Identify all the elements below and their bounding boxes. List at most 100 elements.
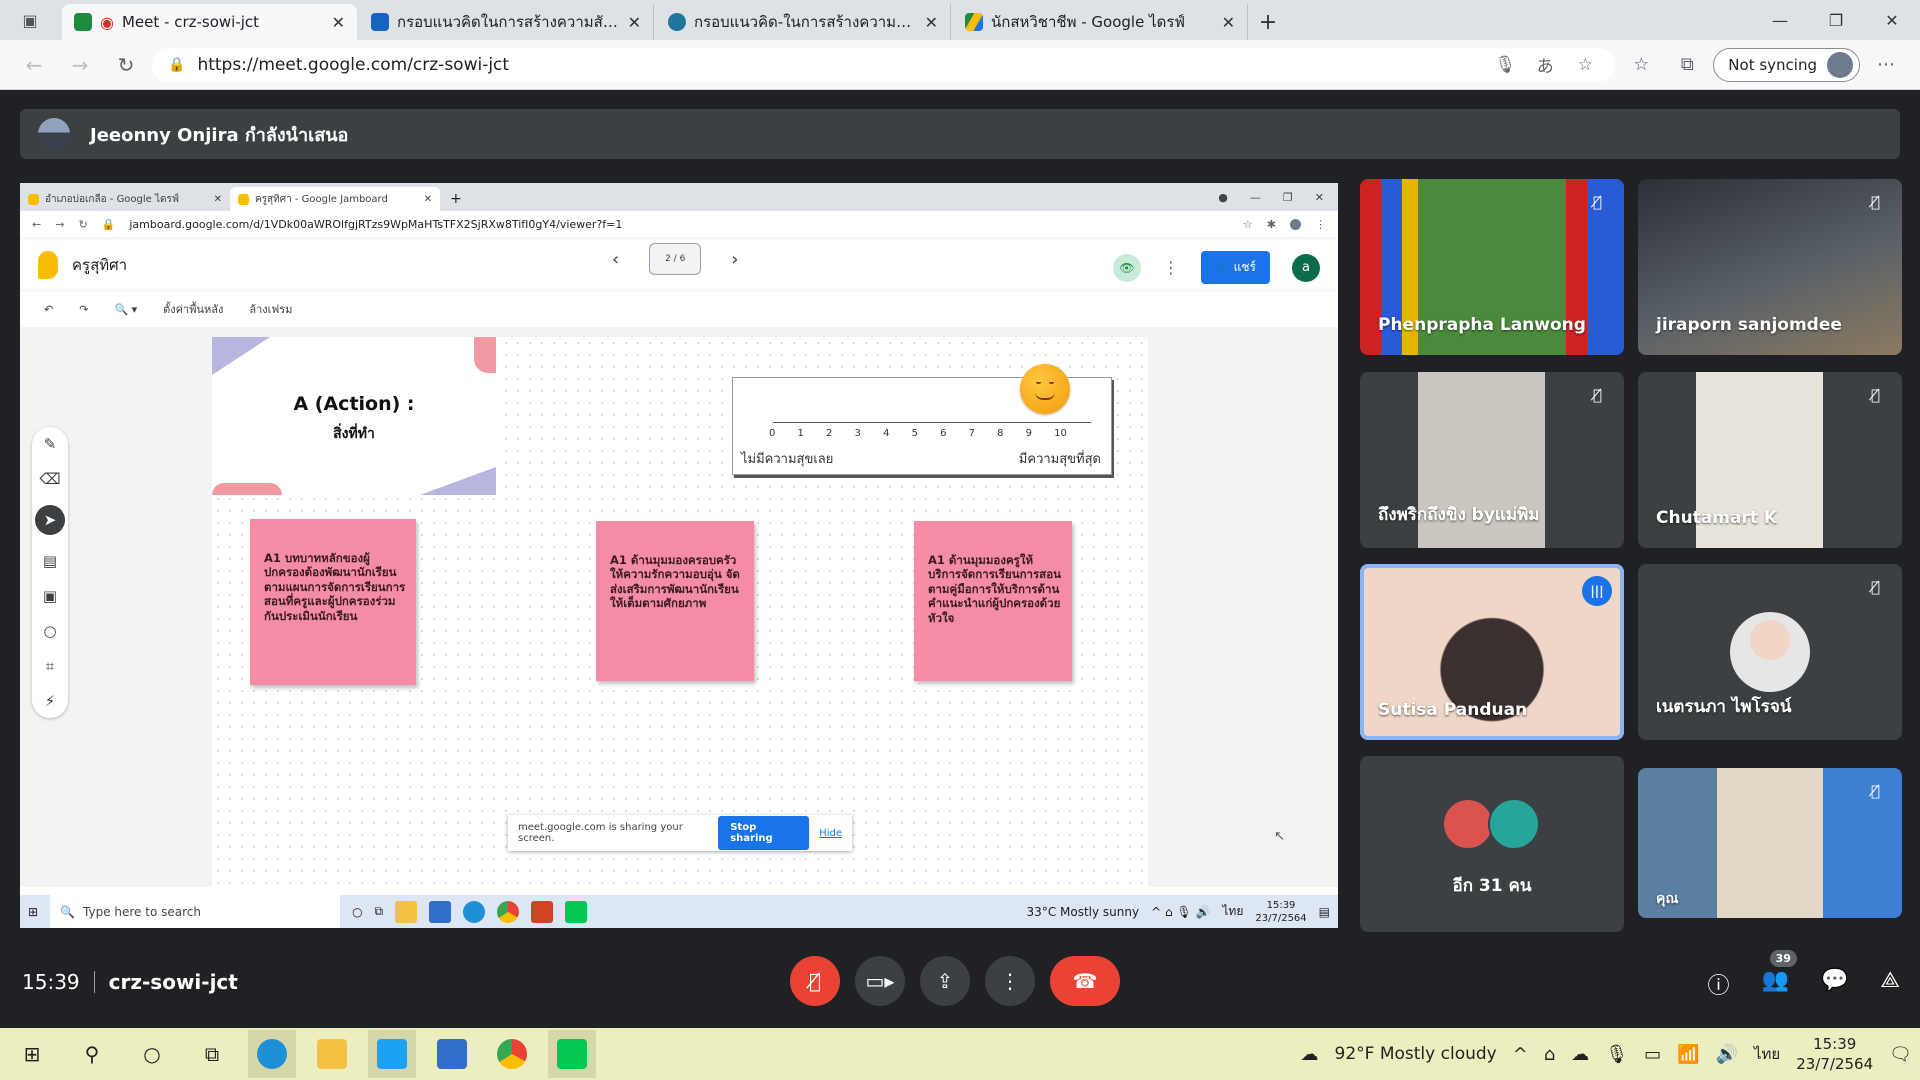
tray-chevron-icon[interactable]: ^	[1513, 1044, 1528, 1065]
close-tab-icon[interactable]: ✕	[925, 13, 938, 32]
weather-text[interactable]: 92°F Mostly cloudy	[1335, 1044, 1497, 1064]
mail-taskbar-icon[interactable]	[428, 1030, 476, 1078]
cortana-icon[interactable]: ○	[128, 1030, 176, 1078]
drawing-tools: ✎ ⌫ ➤ ▤ ▣ ○ ⌗ ⚡	[32, 427, 68, 718]
participant-tile-active-speaker[interactable]: ||| Sutisa Panduan	[1360, 564, 1624, 740]
muted-mic-icon: 🎙̸	[1870, 193, 1880, 211]
browser-tab-drive[interactable]: นักสหวิชาชีพ - Google ไดรฟ์ ✕	[953, 4, 1248, 40]
browser-tab-meet[interactable]: ◉ Meet - crz-sowi-jct ✕	[62, 4, 357, 40]
new-tab-button[interactable]: +	[1248, 4, 1288, 40]
translate-icon[interactable]: あ	[1531, 52, 1559, 77]
network-icon[interactable]: ⌂	[1544, 1044, 1555, 1065]
url-field[interactable]: 🔒 https://meet.google.com/crz-sowi-jct 🎙…	[152, 47, 1616, 82]
more-participants-label: อีก 31 คน	[1452, 876, 1532, 896]
tab-label: Meet - crz-sowi-jct	[121, 13, 260, 31]
camera-button[interactable]: ▭▸	[855, 956, 905, 1006]
add-favorite-icon[interactable]: ☆	[1571, 55, 1599, 75]
microphone-off-button[interactable]: 🎙̸	[790, 956, 840, 1006]
close-tab-icon[interactable]: ✕	[628, 13, 641, 32]
reload-button[interactable]: ↻	[106, 47, 146, 83]
meeting-info-icon[interactable]: ⓘ	[1708, 968, 1730, 1000]
participant-tile[interactable]: 🎙̸ Phenprapha Lanwong	[1360, 179, 1624, 355]
volume-icon[interactable]: 🔊	[1716, 1044, 1738, 1065]
notification-center-icon[interactable]: 🗨	[1889, 1044, 1912, 1065]
system-clock[interactable]: 15:39 23/7/2564	[1796, 1034, 1873, 1075]
frame-indicator: 2 / 6	[649, 243, 702, 275]
wifi-icon[interactable]: 📶	[1677, 1044, 1699, 1065]
present-screen-button[interactable]: ⇪	[920, 956, 970, 1006]
onedrive-icon[interactable]: ☁	[1571, 1044, 1589, 1065]
redo-icon: ↷	[79, 302, 89, 316]
minimize-icon[interactable]: —	[1752, 0, 1808, 40]
close-tab-icon[interactable]: ✕	[1222, 13, 1235, 32]
windows-start-icon[interactable]: ⊞	[8, 1030, 56, 1078]
collections-icon[interactable]: ⧉	[1667, 54, 1707, 75]
l-app-taskbar-icon[interactable]	[368, 1030, 416, 1078]
tab-actions-icon[interactable]: ▣	[0, 0, 60, 40]
maximize-icon[interactable]: ❐	[1808, 0, 1864, 40]
share-person-icon: 👤	[1214, 260, 1234, 274]
mouse-cursor-icon: ↖	[1274, 829, 1285, 844]
back-button[interactable]: ←	[14, 47, 54, 83]
line-icon	[557, 1039, 587, 1069]
close-tab-icon[interactable]: ✕	[332, 13, 345, 32]
frame-navigator: ‹ 2 / 6 ›	[612, 243, 738, 275]
participant-name: Sutisa Panduan	[1378, 700, 1528, 720]
edge-taskbar-icon[interactable]	[248, 1030, 296, 1078]
title-main: A (Action) :	[293, 393, 415, 415]
participant-tile[interactable]: 🎙̸ ถึงพริกถึงขิง byแม่พิม	[1360, 372, 1624, 548]
jamboard-favicon-icon	[238, 193, 249, 205]
meeting-code: crz-sowi-jct	[108, 970, 238, 994]
share-notice-text: meet.google.com is sharing your screen.	[518, 822, 683, 844]
folder-icon	[317, 1039, 347, 1069]
jamboard-canvas: ✎ ⌫ ➤ ▤ ▣ ○ ⌗ ⚡ A (Action) : สิ่งที่ทำ 0	[20, 327, 1338, 887]
microphone-icon[interactable]: 🎙	[1491, 55, 1519, 75]
close-window-icon: ✕	[1314, 190, 1324, 204]
more-menu-icon[interactable]: ⋯	[1866, 54, 1906, 75]
next-frame-icon: ›	[731, 248, 739, 270]
battery-icon[interactable]: ▭	[1644, 1044, 1661, 1065]
leave-call-button[interactable]: ☎	[1050, 956, 1120, 1006]
inner-time: 15:39	[1266, 899, 1296, 911]
close-window-icon[interactable]: ✕	[1864, 0, 1920, 40]
participant-tile[interactable]: 🎙̸ Chutamart K	[1638, 372, 1902, 548]
self-view-tile[interactable]: 🎙̸ คุณ	[1638, 768, 1902, 918]
more-options-button[interactable]: ⋮	[985, 956, 1035, 1006]
file-explorer-icon	[395, 900, 418, 923]
participant-name: Chutamart K	[1656, 508, 1778, 528]
task-view-icon[interactable]: ⧉	[188, 1030, 236, 1078]
microphone-icon[interactable]: 🎙	[1605, 1044, 1628, 1065]
search-icon: 🔍	[60, 904, 76, 919]
search-icon[interactable]: ⚲	[68, 1030, 116, 1078]
participant-tile[interactable]: 🎙̸ เนตรนภา ไพโรจน์	[1638, 564, 1902, 740]
l-app-icon	[377, 1039, 407, 1069]
person-avatar-icon	[1488, 798, 1540, 850]
drive-favicon-icon	[28, 193, 39, 205]
scale-number: 4	[883, 428, 890, 439]
scale-number: 8	[997, 428, 1004, 439]
people-button[interactable]: 👥 39	[1762, 950, 1797, 1000]
more-participants-tile[interactable]: อีก 31 คน	[1360, 756, 1624, 932]
chat-icon[interactable]: 💬	[1821, 968, 1848, 1000]
file-explorer-taskbar-icon[interactable]	[308, 1030, 356, 1078]
participant-name: ถึงพริกถึงขิง byแม่พิม	[1378, 505, 1540, 525]
activities-icon[interactable]: ⟁	[1880, 968, 1900, 1000]
profile-sync-button[interactable]: Not syncing	[1713, 47, 1860, 82]
scale-line	[773, 422, 1091, 423]
participant-tile[interactable]: 🎙̸ jiraporn sanjomdee	[1638, 179, 1902, 355]
tab-label: นักสหวิชาชีพ - Google ไดรฟ์	[991, 13, 1186, 31]
participant-name: Phenprapha Lanwong	[1378, 315, 1586, 335]
muted-mic-icon: 🎙̸	[1870, 386, 1880, 404]
forward-icon: →	[55, 218, 65, 231]
forward-button[interactable]: →	[60, 47, 100, 83]
chrome-taskbar-icon[interactable]	[488, 1030, 536, 1078]
browser-tab-framework-1[interactable]: กรอบแนวคิดในการสร้างความสัมพันธ์ ✕	[359, 4, 654, 40]
language-indicator[interactable]: ไทย	[1754, 1042, 1780, 1066]
browser-tab-framework-2[interactable]: กรอบแนวคิด-ในการสร้างความสัมพันธ์ ✕	[656, 4, 951, 40]
sticky-note: A1 ด้านมุมมองครูให้บริการจัดการเรียนการส…	[914, 521, 1072, 681]
favorites-icon[interactable]: ☆	[1621, 54, 1661, 75]
cortana-icon: ○	[352, 904, 363, 919]
muted-mic-icon: 🎙̸	[1870, 782, 1880, 800]
line-taskbar-icon[interactable]	[548, 1030, 596, 1078]
maximize-icon: ❐	[1282, 190, 1293, 204]
